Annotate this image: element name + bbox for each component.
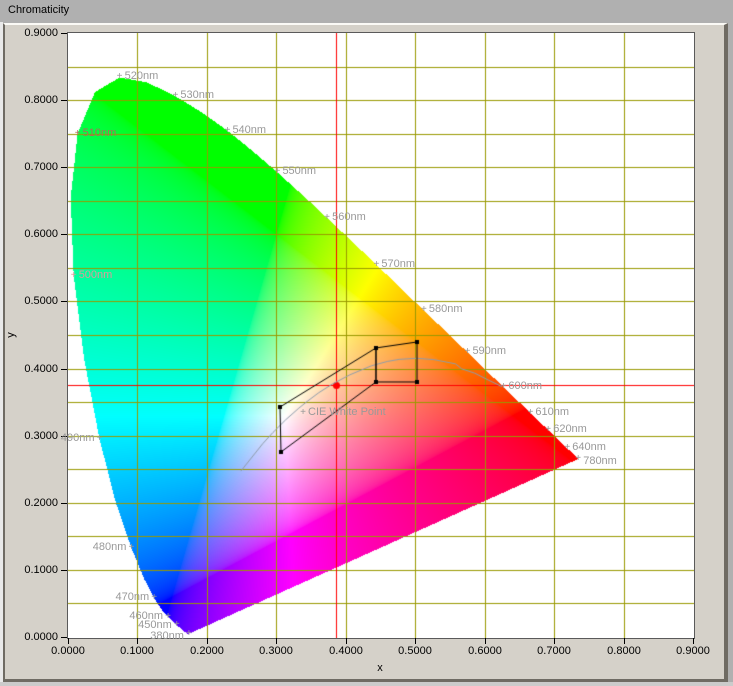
y-axis-label: y: [5, 332, 17, 338]
window-title: Chromaticity: [8, 4, 69, 16]
window-bottom-edge: [0, 682, 733, 686]
x-axis-label: x: [352, 662, 408, 674]
chromaticity-diagram-canvas: [68, 33, 694, 638]
